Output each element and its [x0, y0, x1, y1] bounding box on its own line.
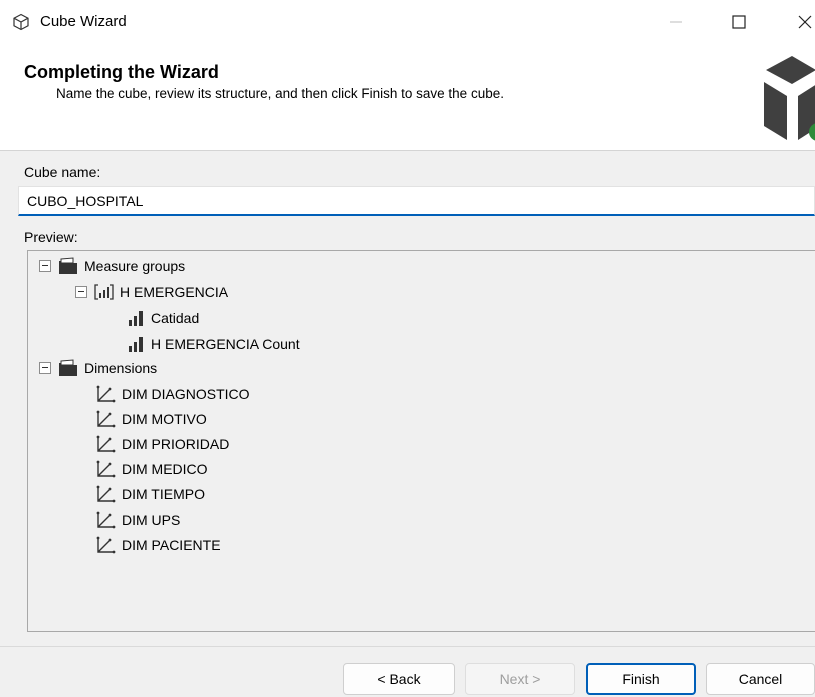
tree-node-dimension[interactable]: DIM TIEMPO: [96, 483, 205, 505]
tree-node-label: Dimensions: [84, 360, 158, 376]
cube-logo-icon: [764, 56, 815, 141]
tree-node-h-emergencia[interactable]: H EMERGENCIA: [75, 281, 228, 303]
tree-node-dimension[interactable]: DIM PRIORIDAD: [96, 433, 229, 455]
collapse-toggle-icon[interactable]: [75, 286, 87, 298]
close-button[interactable]: [790, 8, 815, 36]
measure-icon: [129, 337, 143, 352]
folder-icon: [59, 359, 77, 376]
tree-node-label: DIM TIEMPO: [122, 486, 205, 502]
collapse-toggle-icon[interactable]: [39, 260, 51, 272]
tree-node-label: Catidad: [151, 310, 200, 326]
measure-icon: [129, 311, 143, 326]
collapse-toggle-icon[interactable]: [39, 362, 51, 374]
page-title: Completing the Wizard: [24, 62, 219, 82]
cube-name-input[interactable]: [18, 186, 815, 216]
minimize-button[interactable]: [661, 8, 691, 36]
page-subtitle: Name the cube, review its structure, and…: [56, 86, 504, 101]
dimension-icon: [96, 536, 116, 554]
tree-node-dimension[interactable]: DIM MOTIVO: [96, 408, 207, 430]
tree-node-dimension[interactable]: DIM PACIENTE: [96, 534, 221, 556]
dimension-icon: [96, 410, 116, 428]
dimension-icon: [96, 385, 116, 403]
preview-tree[interactable]: Measure groups H EMERGENCIA Catidad H EM…: [27, 250, 815, 632]
wizard-header: Completing the Wizard Name the cube, rev…: [0, 44, 815, 150]
footer-divider: [0, 646, 815, 647]
finish-button[interactable]: Finish: [586, 663, 696, 695]
title-bar: Cube Wizard: [0, 0, 815, 44]
dimension-icon: [96, 511, 116, 529]
tree-node-measure[interactable]: Catidad: [127, 307, 199, 329]
window-title: Cube Wizard: [40, 13, 127, 30]
cube-outline-icon: [13, 13, 29, 31]
measure-group-icon: [94, 284, 114, 300]
tree-node-label: DIM MEDICO: [122, 461, 208, 477]
tree-node-label: DIM DIAGNOSTICO: [122, 386, 250, 402]
preview-label: Preview:: [24, 229, 78, 245]
next-button[interactable]: Next >: [465, 663, 575, 695]
tree-node-dimensions[interactable]: Dimensions: [39, 357, 157, 379]
cube-name-label: Cube name:: [24, 164, 101, 180]
tree-node-label: DIM MOTIVO: [122, 411, 207, 427]
tree-node-label: H EMERGENCIA: [120, 284, 229, 300]
header-divider: [0, 150, 815, 151]
tree-node-label: DIM UPS: [122, 512, 181, 528]
tree-node-label: Measure groups: [84, 258, 186, 274]
back-button[interactable]: < Back: [343, 663, 455, 695]
maximize-button[interactable]: [724, 8, 754, 36]
tree-node-measure-groups[interactable]: Measure groups: [39, 255, 185, 277]
tree-node-measure[interactable]: H EMERGENCIA Count: [127, 333, 300, 355]
cancel-button[interactable]: Cancel: [706, 663, 815, 695]
tree-node-label: DIM PACIENTE: [122, 537, 221, 553]
tree-node-dimension[interactable]: DIM DIAGNOSTICO: [96, 383, 250, 405]
tree-node-dimension[interactable]: DIM UPS: [96, 509, 180, 531]
tree-node-label: H EMERGENCIA Count: [151, 336, 300, 352]
dimension-icon: [96, 460, 116, 478]
dimension-icon: [96, 485, 116, 503]
dimension-icon: [96, 435, 116, 453]
folder-icon: [59, 257, 77, 274]
tree-node-dimension[interactable]: DIM MEDICO: [96, 458, 208, 480]
tree-node-label: DIM PRIORIDAD: [122, 436, 230, 452]
